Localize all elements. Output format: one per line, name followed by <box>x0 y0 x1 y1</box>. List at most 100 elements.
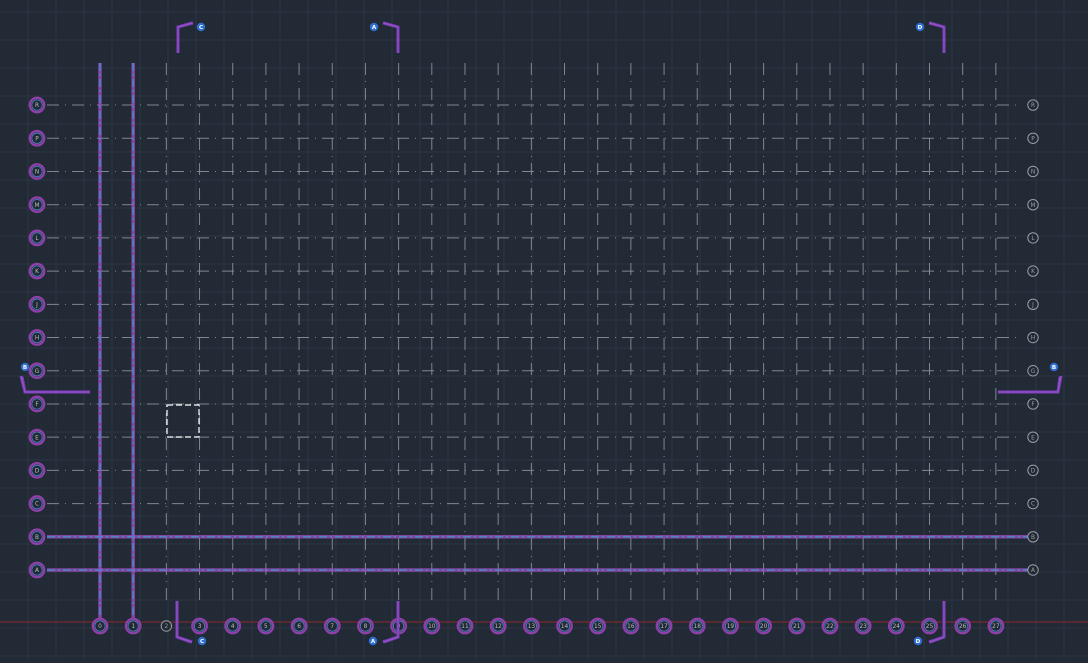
section-marker-a-top[interactable]: A <box>369 21 400 53</box>
section-tag-label: D <box>916 639 921 645</box>
col-bubble-21-label: 21 <box>793 624 801 630</box>
section-tag-label: C <box>200 639 204 645</box>
col-bubble-2[interactable]: 2 <box>160 620 173 632</box>
row-bubble-right-C[interactable]: C <box>1027 497 1039 510</box>
row-bubble-right-P-label: P <box>1031 136 1035 142</box>
section-marker-d-top[interactable]: D <box>915 21 946 53</box>
row-bubble-right-A-label: A <box>1031 568 1035 574</box>
section-tag-label: A <box>371 639 376 645</box>
row-bubble-left-B[interactable]: B <box>28 528 46 546</box>
row-bubble-left-D[interactable]: D <box>28 461 46 479</box>
col-bubble-17-label: 17 <box>660 624 668 630</box>
row-bubble-right-A[interactable]: A <box>1027 564 1039 576</box>
row-bubble-right-L[interactable]: L <box>1027 232 1039 244</box>
row-bubble-right-G[interactable]: G <box>1027 365 1039 377</box>
col-bubble-11[interactable]: 11 <box>456 617 474 635</box>
col-bubble-16[interactable]: 16 <box>622 617 640 635</box>
drawing-viewport[interactable]: AABBCCDDEEFFGGHHJJKKLLMMNNPPRR0123456789… <box>0 0 1088 659</box>
section-marker-arrow <box>176 21 194 53</box>
col-bubble-14[interactable]: 14 <box>556 617 573 635</box>
col-bubble-8-label: 8 <box>364 624 368 630</box>
col-bubble-27[interactable]: 27 <box>987 617 1005 635</box>
row-bubble-right-K[interactable]: K <box>1027 265 1039 277</box>
row-bubble-left-N[interactable]: N <box>28 163 46 180</box>
row-bubble-left-N-label: N <box>35 170 39 176</box>
col-bubble-4[interactable]: 4 <box>224 617 242 635</box>
row-bubble-right-E[interactable]: E <box>1027 431 1039 443</box>
row-bubble-left-P[interactable]: P <box>28 129 46 147</box>
background-grid <box>0 0 1088 659</box>
row-bubble-right-D[interactable]: D <box>1027 464 1039 477</box>
grid-plan-canvas[interactable]: A AB BC CD DE EF FG GH HJ JK KL LM MN NP PR R0 1 2 3 4 5 6 7 8 9… <box>0 0 1088 659</box>
col-bubble-7-label: 7 <box>330 624 334 630</box>
col-bubble-8[interactable]: 8 <box>357 617 374 635</box>
col-bubble-12[interactable]: 12 <box>489 617 507 635</box>
row-bubble-left-G[interactable]: G <box>28 362 46 380</box>
row-bubble-right-D-label: D <box>1031 468 1036 474</box>
row-bubble-left-A[interactable]: A <box>28 561 46 579</box>
row-bubble-left-E[interactable]: E <box>28 428 46 446</box>
row-bubble-right-N[interactable]: N <box>1027 165 1039 178</box>
section-tag-label: A <box>372 25 377 31</box>
row-bubble-left-D-label: D <box>35 468 40 474</box>
row-bubble-left-M[interactable]: M <box>28 196 46 214</box>
col-bubble-1[interactable]: 1 <box>124 617 142 635</box>
row-bubble-left-L[interactable]: L <box>28 229 46 247</box>
row-bubble-right-G-label: G <box>1031 369 1036 375</box>
row-bubble-left-G-label: G <box>35 369 40 375</box>
col-bubble-5[interactable]: 5 <box>257 617 275 635</box>
row-bubble-left-F[interactable]: F <box>28 395 46 413</box>
row-bubble-left-C-label: C <box>35 502 39 508</box>
col-bubble-1-label: 1 <box>131 624 135 630</box>
col-bubble-13-label: 13 <box>528 624 536 630</box>
col-bubble-23[interactable]: 23 <box>854 617 872 635</box>
col-bubble-20[interactable]: 20 <box>755 617 772 635</box>
row-bubble-right-H[interactable]: H <box>1027 331 1039 344</box>
row-bubble-left-R-label: R <box>35 103 39 109</box>
col-bubble-26[interactable]: 26 <box>954 617 972 635</box>
row-bubble-right-R-label: R <box>1031 103 1035 109</box>
col-bubble-17[interactable]: 17 <box>655 617 673 635</box>
row-bubble-right-J[interactable]: J <box>1027 298 1039 311</box>
col-bubble-21[interactable]: 21 <box>788 617 806 635</box>
col-bubble-25[interactable]: 25 <box>921 617 938 635</box>
section-tag-label: B <box>23 365 27 371</box>
row-bubble-right-R[interactable]: R <box>1027 99 1039 111</box>
row-bubble-left-H[interactable]: H <box>28 329 46 346</box>
row-bubble-left-C[interactable]: C <box>28 495 46 512</box>
col-bubble-22[interactable]: 22 <box>821 617 839 635</box>
col-bubble-0[interactable]: 0 <box>91 617 109 635</box>
row-bubble-right-B-label: B <box>1031 535 1035 541</box>
section-markers[interactable]: C A D C A D B B <box>19 21 1063 646</box>
col-bubble-13[interactable]: 13 <box>522 617 540 635</box>
row-bubble-left-F-label: F <box>35 402 38 408</box>
row-bubble-left-K[interactable]: K <box>28 262 46 280</box>
row-bubble-left-A-label: A <box>35 568 39 574</box>
row-bubble-right-B[interactable]: B <box>1027 531 1039 543</box>
col-bubble-7[interactable]: 7 <box>323 617 341 635</box>
col-bubble-15[interactable]: 15 <box>589 617 607 635</box>
row-bubble-right-H-label: H <box>1031 336 1035 342</box>
col-bubble-25-label: 25 <box>926 624 934 630</box>
section-marker-c-top[interactable]: C <box>176 21 206 53</box>
selected-grid-lines[interactable] <box>47 63 1028 620</box>
col-bubble-6[interactable]: 6 <box>290 617 308 635</box>
col-bubble-19-label: 19 <box>727 624 735 630</box>
section-tag-label: B <box>1052 365 1056 371</box>
row-bubble-left-J[interactable]: J <box>28 295 46 313</box>
row-bubble-right-P[interactable]: P <box>1027 132 1039 144</box>
row-bubble-right-M-label: M <box>1030 203 1035 209</box>
col-bubble-19[interactable]: 19 <box>722 617 739 635</box>
col-bubble-18-label: 18 <box>694 624 702 630</box>
col-bubble-24[interactable]: 24 <box>887 617 905 635</box>
row-bubble-right-M[interactable]: M <box>1027 198 1039 211</box>
col-bubble-3-label: 3 <box>198 624 202 630</box>
col-bubble-10-label: 10 <box>428 624 436 630</box>
col-bubble-10[interactable]: 10 <box>423 617 441 635</box>
col-bubble-3[interactable]: 3 <box>191 617 208 635</box>
row-bubble-right-F[interactable]: F <box>1027 398 1039 410</box>
row-bubble-left-R[interactable]: R <box>28 96 46 114</box>
col-bubble-18[interactable]: 18 <box>688 617 706 635</box>
col-bubble-6-label: 6 <box>297 624 301 630</box>
grid-bubbles[interactable]: A AB BC CD DE EF FG GH HJ JK KL LM MN NP PR R0 1 2 3 4 5 6 7 8 9… <box>28 96 1039 635</box>
